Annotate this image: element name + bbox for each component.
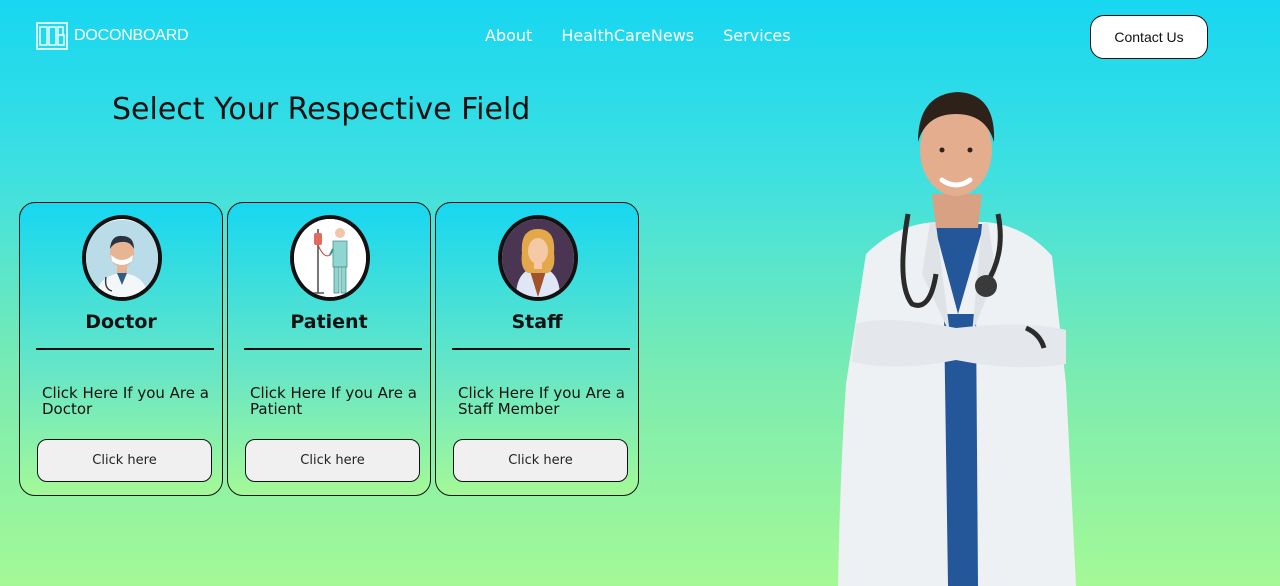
nav-link-about[interactable]: About — [485, 26, 532, 45]
role-card-patient: Patient Click Here If you Are a Patient … — [227, 202, 431, 496]
card-title-staff: Staff — [511, 311, 563, 333]
page-title: Select Your Respective Field — [112, 92, 531, 127]
contact-us-button[interactable]: Contact Us — [1090, 15, 1208, 59]
card-title-doctor: Doctor — [85, 311, 157, 333]
patient-avatar-icon — [290, 215, 370, 301]
doctor-illustration-icon — [838, 92, 1076, 586]
staff-click-here-button[interactable]: Click here — [453, 439, 628, 482]
card-divider — [244, 348, 422, 350]
logo[interactable]: DOCONBOARD — [36, 22, 189, 50]
staff-avatar-icon — [498, 215, 578, 301]
doctor-avatar-icon — [82, 215, 162, 301]
patient-click-here-button[interactable]: Click here — [245, 439, 420, 482]
hero-doctor-image — [826, 84, 1088, 586]
main-nav: About HealthCareNews Services — [485, 26, 791, 45]
card-description-patient: Click Here If you Are a Patient — [250, 384, 417, 418]
role-card-staff: Staff Click Here If you Are a Staff Memb… — [435, 202, 639, 496]
nav-link-services[interactable]: Services — [723, 26, 790, 45]
logo-mark-icon — [36, 22, 68, 50]
card-description-doctor: Click Here If you Are a Doctor — [42, 384, 209, 418]
logo-text: DOCONBOARD — [74, 27, 189, 44]
role-card-doctor: Doctor Click Here If you Are a Doctor Cl… — [19, 202, 223, 496]
role-cards: Doctor Click Here If you Are a Doctor Cl… — [19, 202, 639, 496]
card-title-patient: Patient — [290, 311, 368, 333]
card-divider — [452, 348, 630, 350]
nav-link-healthcare-news[interactable]: HealthCareNews — [561, 26, 694, 45]
card-description-staff: Click Here If you Are a Staff Member — [458, 384, 625, 418]
card-divider — [36, 348, 214, 350]
doctor-click-here-button[interactable]: Click here — [37, 439, 212, 482]
